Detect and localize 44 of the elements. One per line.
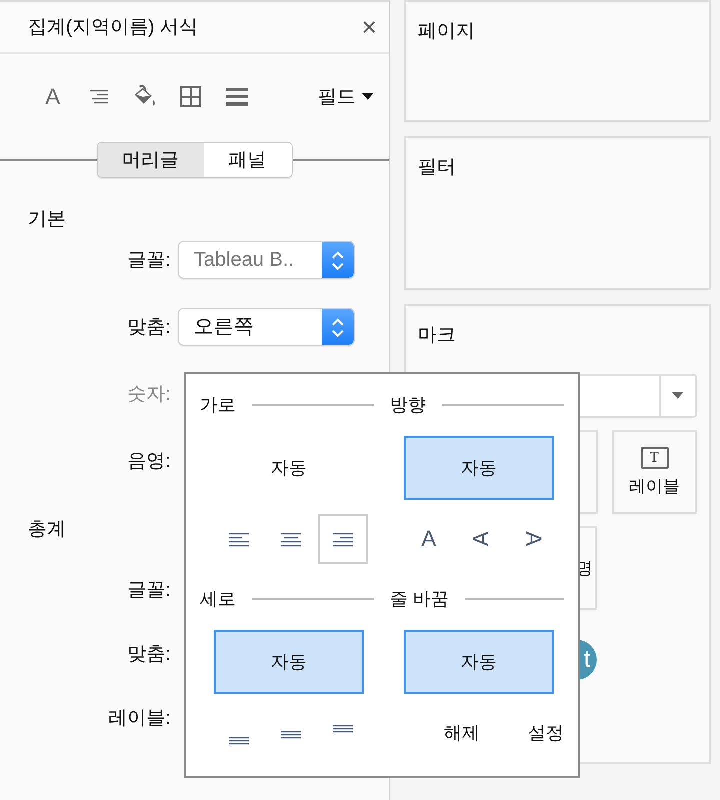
tab[interactable]: 머리글 [98, 143, 204, 177]
alignment-icon [88, 88, 110, 106]
option-button[interactable]: 자동 [404, 436, 554, 500]
dropdown[interactable]: Tableau B.. [178, 240, 355, 278]
option-button[interactable]: 자동 [404, 630, 554, 694]
align-right-button[interactable] [318, 514, 368, 564]
label-button[interactable]: T 레이블 [612, 430, 697, 514]
rotate-right-button[interactable]: A [508, 514, 558, 564]
section-title: 총계 [28, 519, 66, 540]
card-title: 페이지 [417, 20, 476, 44]
option-button[interactable]: 자동 [214, 436, 364, 500]
field-label: 글꼴: [126, 248, 172, 272]
group-title: 가로 [200, 394, 236, 417]
option-button[interactable]: 자동 [214, 630, 364, 694]
field-label: 맞춤: [126, 643, 172, 667]
font-button[interactable]: A [40, 84, 66, 110]
field-label: 글꼴: [126, 579, 172, 603]
field-label: 숫자: [126, 382, 172, 406]
grid-icon [180, 86, 202, 108]
borders-button[interactable] [178, 84, 204, 110]
field-label: 레이블: [108, 707, 172, 731]
valign-bottom-icon [229, 737, 249, 745]
section-title: 기본 [28, 209, 66, 230]
field-label: 맞춤: [126, 316, 172, 340]
panel-title: 집계(지역이름) 서식 [28, 16, 198, 40]
option-button[interactable]: 해제 [430, 708, 494, 758]
field-label: 음영: [126, 450, 172, 474]
card-title: 마크 [417, 324, 457, 348]
option-button[interactable]: 설정 [514, 708, 578, 758]
card-title: 필터 [417, 156, 457, 180]
group-title: 세로 [200, 588, 236, 611]
lines-icon [226, 86, 248, 108]
group-title: 방향 [390, 394, 426, 417]
field-menu[interactable]: 필드 [318, 84, 374, 110]
valign-middle-icon [281, 731, 301, 739]
group-title: 줄 바꿈 [390, 588, 450, 611]
close-button[interactable]: × [362, 14, 377, 40]
valign-top-icon [333, 725, 353, 733]
dropdown[interactable]: 오른쪽 [178, 308, 355, 346]
caret-icon [672, 392, 684, 400]
rotate-left-button[interactable]: A [456, 514, 506, 564]
tab[interactable]: 패널 [204, 143, 292, 177]
rotate-none-button[interactable]: A [404, 514, 454, 564]
caret-icon [362, 93, 374, 101]
